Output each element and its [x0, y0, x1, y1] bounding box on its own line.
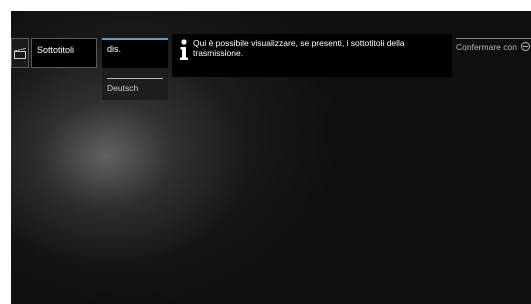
info-text: Qui è possibile visualizzare, se present…	[193, 38, 405, 58]
clapperboard-icon	[11, 38, 29, 68]
option-selected[interactable]: dis.	[102, 38, 168, 68]
tv-screen: Sottotitoli dis. Deutsch Qui è possibile…	[11, 11, 531, 304]
menu-title-subtitles[interactable]: Sottotitoli	[31, 38, 97, 68]
option-item[interactable]: Deutsch	[107, 83, 138, 93]
confirm-hint-label: Confermare con	[456, 42, 517, 52]
confirm-hint: Confermare con	[456, 38, 531, 52]
divider	[107, 78, 163, 79]
info-panel: Qui è possibile visualizzare, se present…	[172, 34, 452, 77]
info-icon	[179, 39, 189, 61]
ok-button-icon	[521, 42, 531, 51]
subtitle-options-list: dis. Deutsch	[102, 38, 168, 100]
